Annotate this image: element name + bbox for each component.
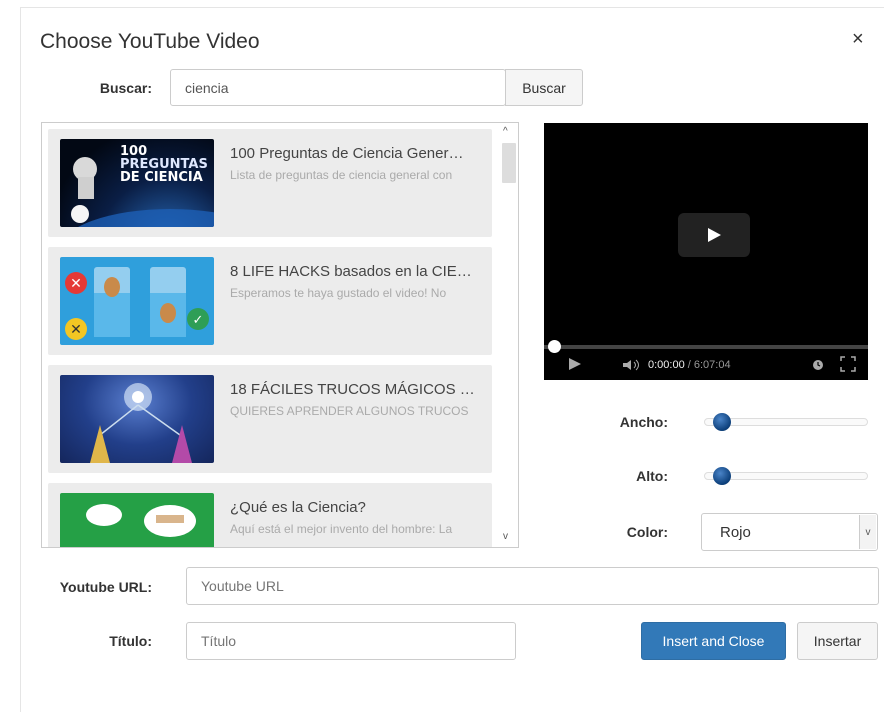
clock-icon[interactable] [812, 359, 824, 371]
scroll-down-icon[interactable]: v [503, 531, 508, 542]
result-thumbnail [60, 493, 214, 547]
result-thumbnail [60, 375, 214, 463]
scrollbar-thumb[interactable] [502, 143, 516, 183]
result-item[interactable]: 18 FÁCILES TRUCOS MÁGICOS … QUIERES APRE… [48, 365, 492, 473]
youtube-url-label: Youtube URL: [59, 579, 152, 595]
search-input[interactable]: ciencia [170, 69, 506, 106]
result-item[interactable]: ¿Qué es la Ciencia? Aquí está el mejor i… [48, 483, 492, 547]
thumb-text-3: DE CIENCIA [120, 170, 203, 185]
result-item[interactable]: ✕ ✕ ✓ 8 LIFE HACKS basados en la CIE… Es… [48, 247, 492, 355]
big-play-button[interactable] [678, 213, 750, 257]
svg-text:✕: ✕ [70, 322, 82, 338]
duration: / 6:07:04 [687, 359, 731, 371]
result-description: Lista de preguntas de ciencia general co… [230, 168, 453, 182]
dialog-top-border [20, 7, 884, 8]
color-label: Color: [626, 524, 668, 540]
svg-text:✓: ✓ [193, 313, 204, 328]
color-select[interactable]: Rojo v [701, 513, 878, 551]
width-slider-handle[interactable] [713, 413, 731, 431]
fullscreen-icon[interactable] [840, 356, 856, 372]
youtube-url-input[interactable] [186, 567, 879, 605]
result-description: Esperamos te haya gustado el video! No [230, 286, 447, 300]
search-label: Buscar: [99, 80, 152, 96]
current-time: 0:00:00 [648, 359, 685, 371]
bulb-thumbnail-art [90, 383, 192, 463]
glasses-thumbnail-art: ✕ ✕ ✓ [65, 267, 209, 340]
video-progress-bar[interactable] [544, 345, 868, 349]
height-slider-handle[interactable] [713, 467, 731, 485]
science-thumbnail-art [86, 504, 196, 537]
control-play-icon[interactable] [568, 357, 582, 371]
results-list[interactable]: 100 PREGUNTAS DE CIENCIA 100 Preguntas d… [41, 122, 519, 548]
results-scrollbar[interactable]: ^ v [498, 123, 518, 547]
result-thumbnail: 100 PREGUNTAS DE CIENCIA [60, 139, 214, 227]
width-label: Ancho: [619, 414, 668, 430]
insert-button[interactable]: Insertar [797, 622, 878, 660]
result-description: QUIERES APRENDER ALGUNOS TRUCOS [230, 404, 469, 418]
result-item[interactable]: 100 PREGUNTAS DE CIENCIA 100 Preguntas d… [48, 129, 492, 237]
color-select-value: Rojo [720, 523, 751, 541]
close-icon[interactable]: × [852, 28, 864, 51]
height-label: Alto: [636, 468, 668, 484]
video-player[interactable]: 0:00:00 / 6:07:04 [544, 123, 868, 380]
width-slider[interactable] [704, 413, 868, 431]
result-title: 100 Preguntas de Ciencia Gener… [230, 145, 464, 162]
search-input-value: ciencia [185, 79, 229, 96]
result-thumbnail: ✕ ✕ ✓ [60, 257, 214, 345]
result-title: 8 LIFE HACKS basados en la CIE… [230, 263, 472, 280]
chevron-down-icon[interactable]: v [859, 515, 876, 549]
dialog-title: Choose YouTube Video [40, 30, 260, 53]
play-icon [708, 228, 721, 242]
height-slider[interactable] [704, 467, 868, 485]
progress-handle[interactable] [548, 340, 561, 353]
title-label: Título: [109, 633, 152, 649]
insert-and-close-button[interactable]: Insert and Close [641, 622, 786, 660]
title-input[interactable] [186, 622, 516, 660]
dialog-left-border [20, 7, 21, 712]
result-description: Aquí está el mejor invento del hombre: L… [230, 522, 453, 536]
scroll-up-icon[interactable]: ^ [503, 126, 508, 137]
svg-text:✕: ✕ [70, 276, 82, 292]
result-title: 18 FÁCILES TRUCOS MÁGICOS … [230, 381, 475, 398]
search-button[interactable]: Buscar [505, 69, 583, 106]
result-title: ¿Qué es la Ciencia? [230, 499, 366, 516]
volume-icon[interactable] [622, 359, 642, 371]
